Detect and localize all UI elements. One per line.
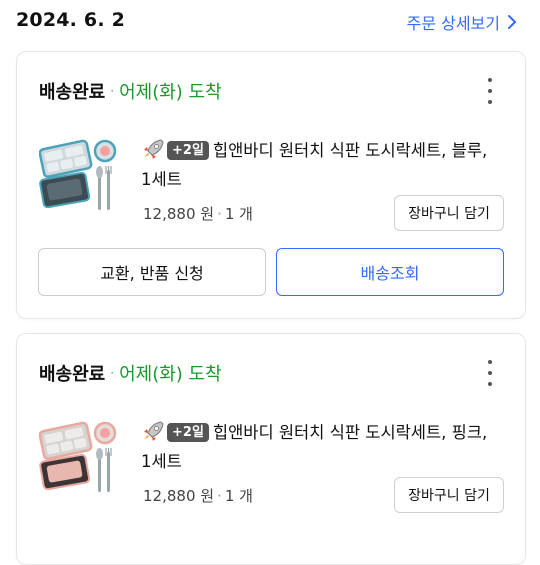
order-date: 2024. 6. 2 (16, 9, 125, 31)
status-separator: · (110, 84, 115, 98)
order-card: 배송완료 · 어제(화) 도착 + (16, 51, 526, 319)
add-to-cart-button[interactable]: 장바구니 담기 (394, 195, 504, 231)
arrival-date: 어제(화) 도착 (119, 82, 222, 103)
add-to-cart-button[interactable]: 장바구니 담기 (394, 477, 504, 513)
price-separator: · (217, 487, 222, 505)
exchange-return-button[interactable]: 교환, 반품 신청 (38, 248, 266, 296)
order-header: 2024. 6. 2 주문 상세보기 (0, 0, 540, 40)
product-quantity: 1 개 (224, 487, 253, 505)
status-separator: · (110, 366, 115, 380)
product-price: 12,880 원 (143, 487, 215, 505)
product-title[interactable]: +2일 힙앤바디 원터치 식판 도시락세트, 블루, 1세트 (141, 136, 501, 194)
delivery-status: 배송완료 · 어제(화) 도착 (39, 360, 222, 386)
product-thumbnail[interactable] (39, 134, 119, 214)
product-title[interactable]: +2일 힙앤바디 원터치 식판 도시락세트, 핑크, 1세트 (141, 418, 501, 476)
order-detail-label: 주문 상세보기 (406, 14, 500, 33)
more-vertical-icon (488, 78, 492, 82)
price-quantity: 12,880 원 · 1 개 (143, 485, 253, 506)
chevron-right-icon (508, 15, 516, 29)
delivery-badge: +2일 (167, 423, 209, 442)
status-label: 배송완료 (39, 364, 106, 385)
price-quantity: 12,880 원 · 1 개 (143, 203, 253, 224)
product-thumbnail[interactable] (39, 416, 119, 496)
order-card: 배송완료 · 어제(화) 도착 + (16, 333, 526, 565)
delivery-status: 배송완료 · 어제(화) 도착 (39, 78, 222, 104)
order-detail-link[interactable]: 주문 상세보기 (407, 10, 518, 34)
rocket-icon (144, 421, 164, 441)
track-delivery-button[interactable]: 배송조회 (276, 248, 504, 296)
more-options-button[interactable] (485, 78, 495, 104)
product-quantity: 1 개 (224, 205, 253, 223)
delivery-badge: +2일 (167, 141, 209, 160)
arrival-date: 어제(화) 도착 (119, 364, 222, 385)
more-options-button[interactable] (485, 360, 495, 386)
product-price: 12,880 원 (143, 205, 215, 223)
more-vertical-icon (488, 360, 492, 364)
rocket-icon (144, 139, 164, 159)
status-label: 배송완료 (39, 82, 106, 103)
price-separator: · (217, 205, 222, 223)
